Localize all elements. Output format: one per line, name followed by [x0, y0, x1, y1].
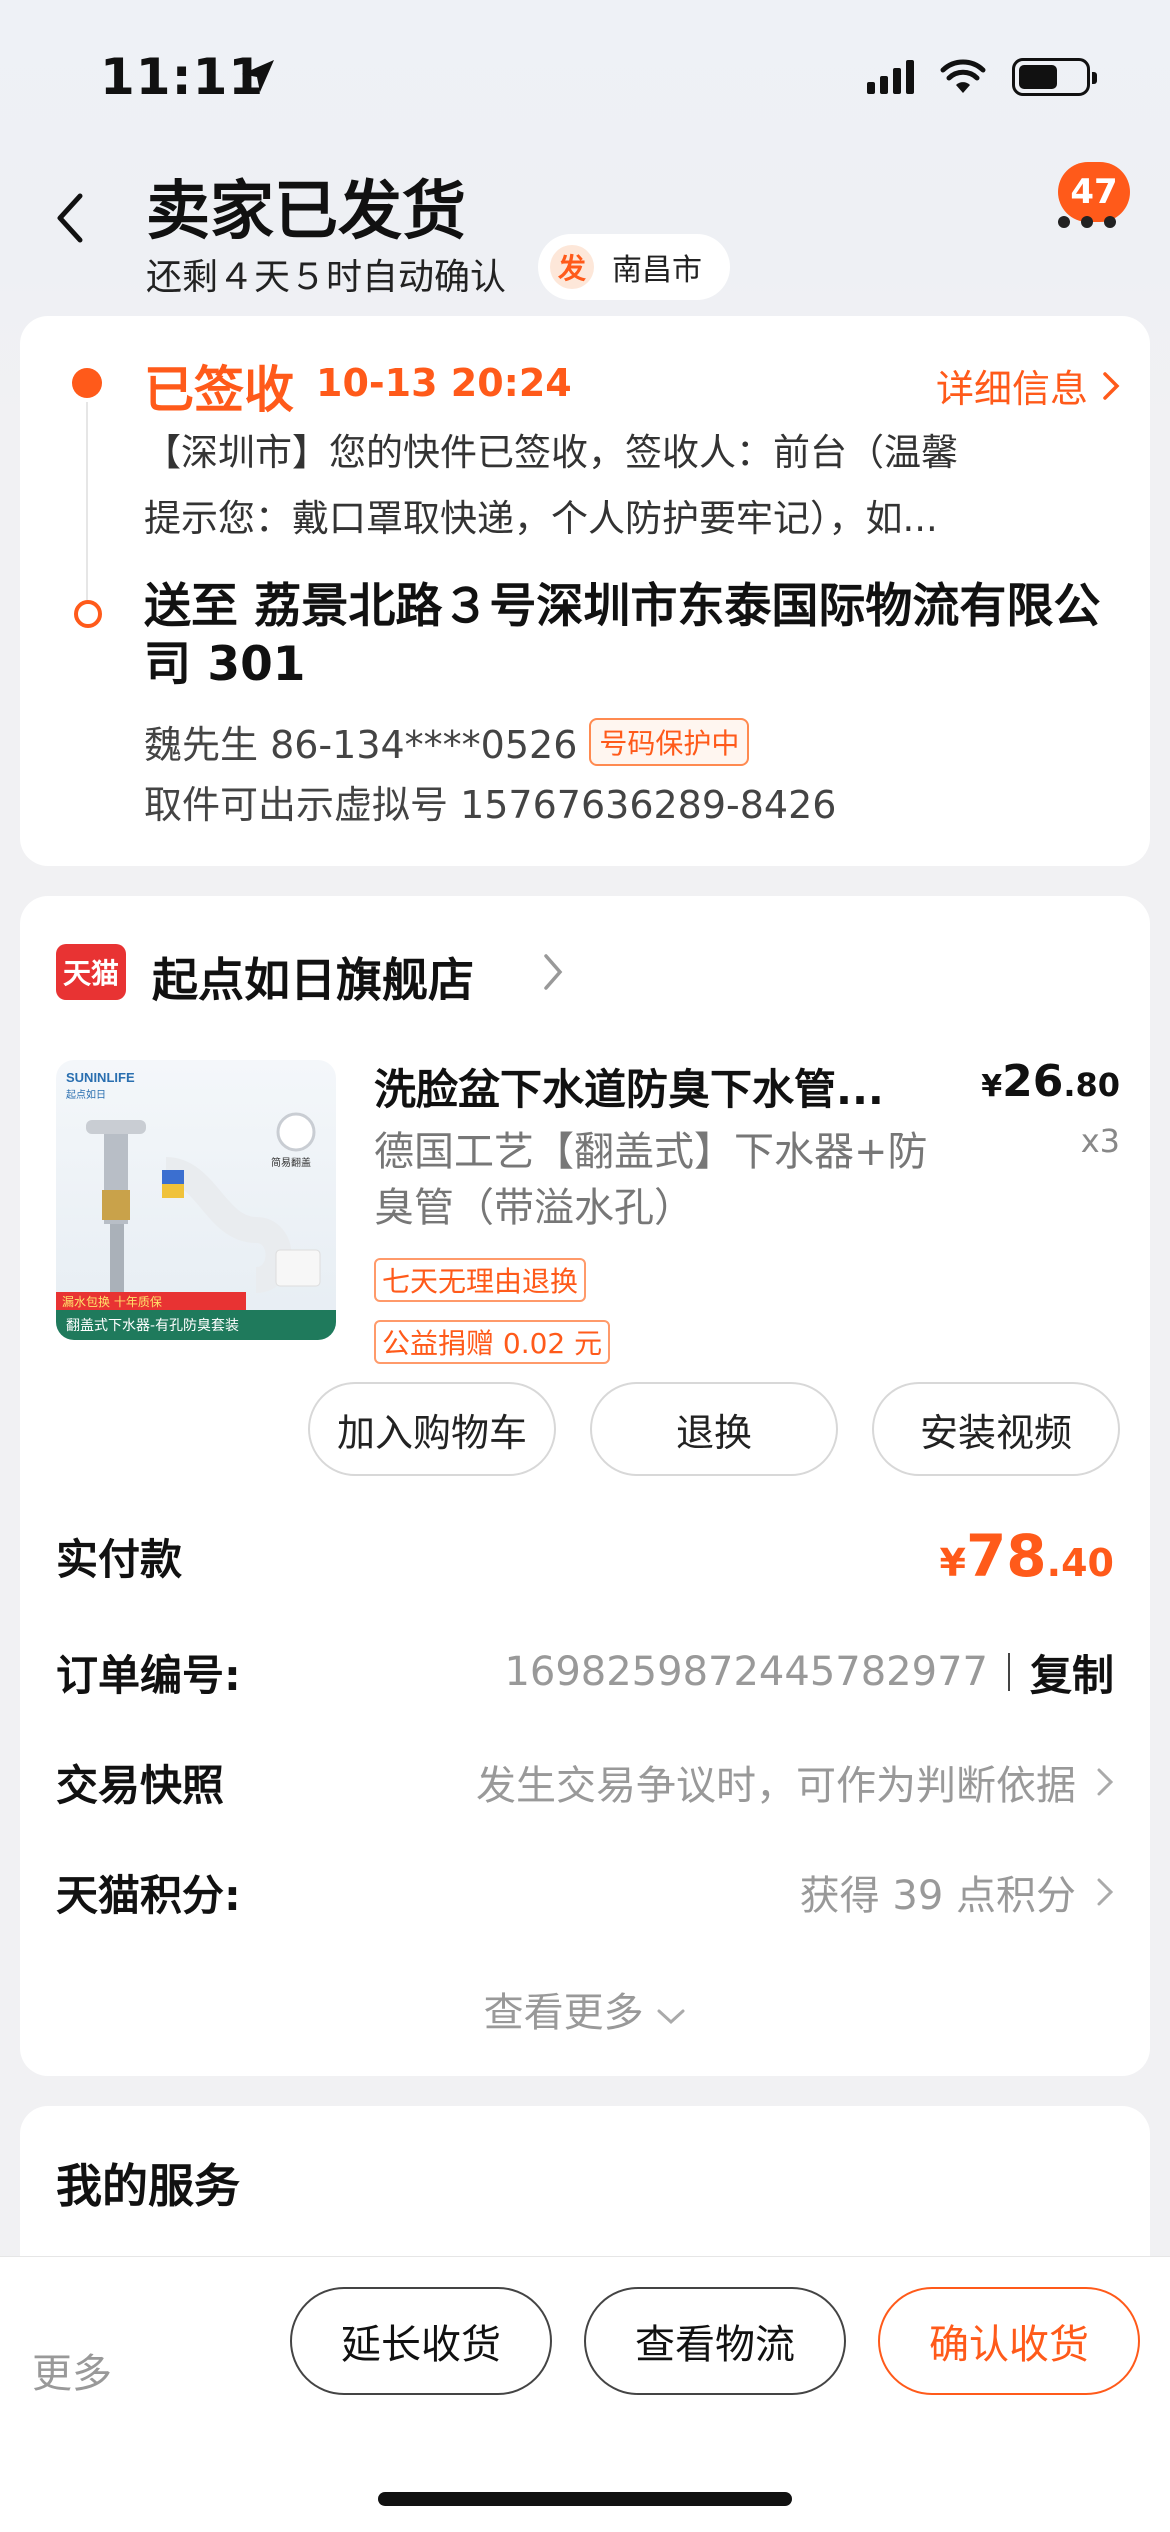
- delivery-time: 10-13 20:24: [316, 361, 572, 405]
- services-title: 我的服务: [56, 2159, 240, 2213]
- more-link[interactable]: 更多: [32, 2341, 112, 2399]
- img-badge: 简易翻盖: [271, 1156, 311, 1169]
- logistics-detail-label: 详细信息: [935, 367, 1088, 411]
- order-card: 天猫 起点如日旗舰店 SUNINLIFE 起点如日 简易翻盖 漏水包换 十年质保…: [20, 896, 1150, 2076]
- charity-tag: 公益捐赠 0.02 元: [374, 1320, 611, 1364]
- auto-confirm-countdown: 还剩４天５时自动确认: [146, 257, 507, 298]
- receiver-info: 魏先生 86-134****0526 号码保护中: [144, 714, 750, 769]
- product-price: ¥26.80: [981, 1056, 1120, 1107]
- product-illustration: SUNINLIFE 起点如日 简易翻盖 漏水包换 十年质保 翻盖式下水器-有孔防…: [56, 1070, 336, 1340]
- img-caption: 翻盖式下水器-有孔防臭套装: [66, 1318, 239, 1334]
- ship-from-chip: 发 南昌市: [538, 234, 730, 300]
- timeline-line: [86, 402, 88, 602]
- add-to-cart-button[interactable]: 加入购物车: [308, 1382, 556, 1476]
- chevron-right-icon[interactable]: [538, 950, 568, 994]
- battery-icon: [1012, 58, 1097, 96]
- timeline-dot-destination: [74, 600, 102, 628]
- chevron-right-icon: [1103, 371, 1120, 400]
- product-image[interactable]: SUNINLIFE 起点如日 简易翻盖 漏水包换 十年质保 翻盖式下水器-有孔防…: [56, 1060, 336, 1340]
- receiver-name-phone: 魏先生 86-134****0526: [144, 723, 578, 767]
- product-spec: 德国工艺【翻盖式】下水器+防臭管（带溢水孔）: [374, 1129, 928, 1231]
- divider: [1007, 1653, 1010, 1691]
- copy-button[interactable]: 复制: [1030, 1642, 1114, 1703]
- install-video-button[interactable]: 安装视频: [872, 1382, 1120, 1476]
- img-promo: 漏水包换 十年质保: [62, 1295, 162, 1309]
- back-arrow-icon[interactable]: [50, 188, 90, 248]
- more-options-icon[interactable]: [1058, 216, 1116, 228]
- paid-amount: ¥78.40: [939, 1522, 1115, 1590]
- order-number-label: 订单编号:: [56, 1650, 241, 1700]
- points-row[interactable]: 天猫积分: 获得 39 点积分: [56, 1862, 1114, 1922]
- page-title: 卖家已发货: [146, 175, 466, 249]
- order-number-row: 订单编号: 1698259872445782977 复制: [56, 1642, 1114, 1702]
- order-number-value: 1698259872445782977 复制: [504, 1642, 1114, 1703]
- see-more-label: 查看更多: [483, 1990, 644, 2036]
- privacy-badge: 号码保护中: [589, 717, 750, 766]
- snapshot-label: 交易快照: [56, 1760, 225, 1810]
- message-count-badge[interactable]: 47: [1058, 162, 1130, 222]
- view-logistics-button[interactable]: 查看物流: [584, 2287, 846, 2395]
- status-indicators: [867, 58, 1097, 96]
- wifi-icon: [940, 59, 986, 93]
- return-policy-tag: 七天无理由退换: [374, 1258, 587, 1302]
- snapshot-row[interactable]: 交易快照 发生交易争议时，可作为判断依据: [56, 1752, 1114, 1812]
- logistics-message: 【深圳市】您的快件已签收，签收人：前台（温馨 提示您：戴口罩取快递，个人防护要牢…: [144, 420, 1104, 552]
- logistics-detail-link[interactable]: 详细信息: [936, 358, 1120, 413]
- tmall-logo: 天猫: [56, 944, 126, 1000]
- signal-icon: [867, 60, 914, 94]
- return-exchange-button[interactable]: 退换: [590, 1382, 838, 1476]
- logistics-message-line2: 提示您：戴口罩取快递，个人防护要牢记），如...: [144, 497, 938, 540]
- shop-name[interactable]: 起点如日旗舰店: [152, 944, 474, 1010]
- logistics-message-line1: 【深圳市】您的快件已签收，签收人：前台（温馨: [144, 431, 958, 474]
- bottom-action-bar: 更多 延长收货 查看物流 确认收货: [0, 2256, 1170, 2532]
- timeline-dot-active: [72, 368, 102, 398]
- logistics-card[interactable]: 已签收 10-13 20:24 详细信息 【深圳市】您的快件已签收，签收人：前台…: [20, 316, 1150, 866]
- confirm-receipt-button[interactable]: 确认收货: [878, 2287, 1140, 2395]
- ship-from-city: 南昌市: [612, 253, 702, 288]
- product-name[interactable]: 洗脸盆下水道防臭下水管...: [374, 1056, 924, 1117]
- see-more-toggle[interactable]: 查看更多: [20, 1980, 1150, 2038]
- chevron-right-icon: [1097, 1878, 1114, 1906]
- points-label: 天猫积分:: [56, 1870, 241, 1920]
- snapshot-value: 发生交易争议时，可作为判断依据: [476, 1753, 1114, 1811]
- paid-label: 实付款: [56, 1534, 183, 1584]
- delivery-address: 送至 荔景北路３号深圳市东泰国际物流有限公司 301: [144, 579, 1101, 692]
- virtual-number: 取件可出示虚拟号 15767636289-8426: [144, 783, 837, 827]
- img-brand: SUNINLIFE: [66, 1070, 135, 1085]
- img-brand-cn: 起点如日: [66, 1088, 106, 1101]
- product-quantity: x3: [1080, 1122, 1120, 1160]
- ship-from-tag: 发: [550, 245, 594, 289]
- chevron-down-icon: [657, 2009, 685, 2025]
- order-number: 1698259872445782977: [504, 1649, 988, 1695]
- location-arrow-icon: [242, 60, 274, 92]
- extend-receipt-button[interactable]: 延长收货: [290, 2287, 552, 2395]
- home-indicator: [378, 2492, 792, 2506]
- chevron-right-icon: [1097, 1768, 1114, 1796]
- points-value: 获得 39 点积分: [800, 1863, 1114, 1921]
- paid-amount-row: 实付款 ¥78.40: [56, 1522, 1114, 1590]
- delivery-status: 已签收: [144, 361, 294, 419]
